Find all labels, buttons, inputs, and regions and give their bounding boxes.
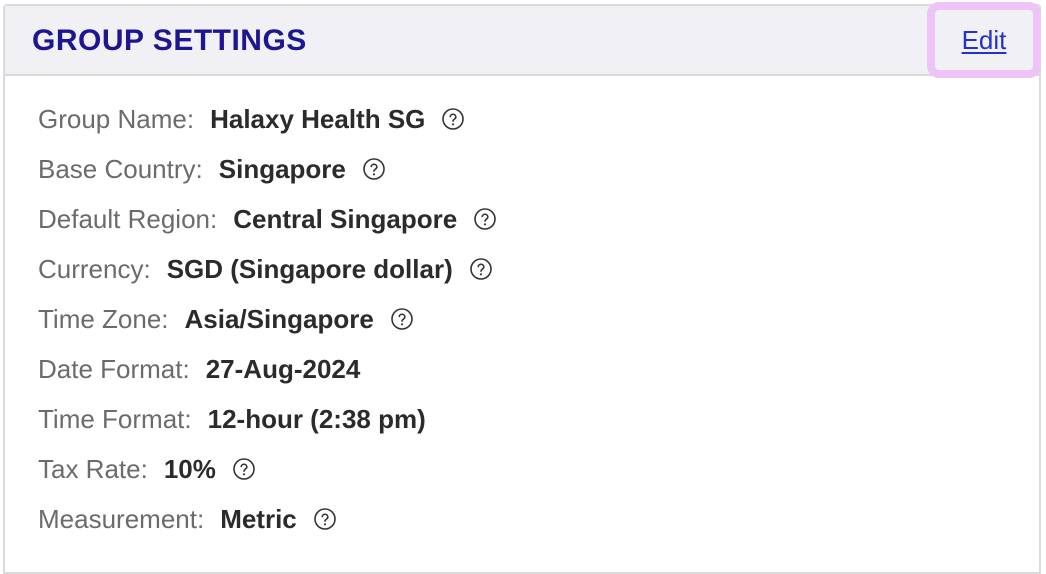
setting-label: Tax Rate: (38, 453, 148, 484)
setting-row-currency: Currency: SGD (Singapore dollar) (38, 244, 497, 294)
setting-value: Singapore (218, 153, 346, 184)
setting-value: Metric (220, 503, 297, 534)
setting-label: Time Zone: (38, 303, 169, 334)
setting-label: Measurement: (38, 503, 205, 534)
setting-label: Default Region: (38, 203, 218, 234)
question-circle-icon[interactable] (362, 157, 386, 181)
question-circle-icon[interactable] (390, 307, 414, 331)
setting-value: Central Singapore (233, 203, 458, 234)
setting-row-time-format: Time Format: 12-hour (2:38 pm) (38, 394, 497, 444)
setting-label: Base Country: (38, 153, 203, 184)
setting-label: Time Format: (38, 403, 192, 434)
setting-row-time-zone: Time Zone: Asia/Singapore (38, 294, 497, 344)
panel-header: GROUP SETTINGS Edit (5, 2, 1041, 78)
setting-row-default-region: Default Region: Central Singapore (38, 194, 497, 244)
setting-row-base-country: Base Country: Singapore (38, 144, 497, 194)
question-circle-icon[interactable] (469, 257, 493, 281)
panel-title: GROUP SETTINGS (32, 24, 307, 57)
edit-link[interactable]: Edit (962, 25, 1007, 56)
setting-value: SGD (Singapore dollar) (166, 253, 453, 284)
setting-label: Group Name: (38, 103, 195, 134)
setting-value: 10% (163, 453, 216, 484)
setting-row-group-name: Group Name: Halaxy Health SG (38, 94, 497, 144)
settings-list: Group Name: Halaxy Health SG Base Countr… (38, 94, 497, 544)
edit-highlight: Edit (927, 2, 1041, 78)
question-circle-icon[interactable] (473, 207, 497, 231)
setting-label: Date Format: (38, 353, 190, 384)
setting-label: Currency: (38, 253, 151, 284)
group-settings-panel: GROUP SETTINGS Edit Group Name: Halaxy H… (3, 2, 1041, 574)
setting-value: 27-Aug-2024 (205, 353, 361, 384)
question-circle-icon[interactable] (441, 107, 465, 131)
setting-value: Asia/Singapore (184, 303, 374, 334)
setting-value: 12-hour (2:38 pm) (207, 403, 426, 434)
question-circle-icon[interactable] (313, 507, 337, 531)
setting-value: Halaxy Health SG (210, 103, 426, 134)
question-circle-icon[interactable] (232, 457, 256, 481)
setting-row-measurement: Measurement: Metric (38, 494, 497, 544)
setting-row-date-format: Date Format: 27-Aug-2024 (38, 344, 497, 394)
setting-row-tax-rate: Tax Rate: 10% (38, 444, 497, 494)
